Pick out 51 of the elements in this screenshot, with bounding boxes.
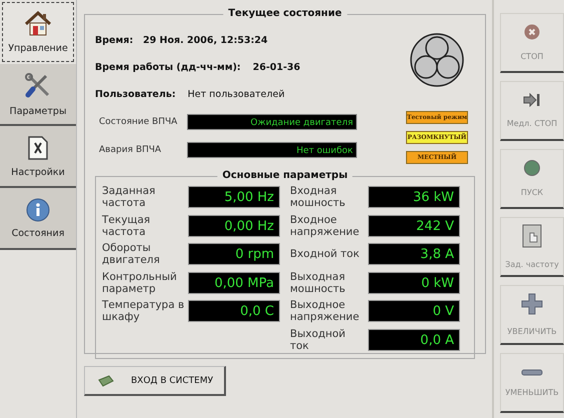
- parameter-readout: 5,00 Hz: [188, 186, 280, 208]
- parameter-label: Выходной ток: [290, 328, 347, 352]
- parameter-readout: 0,00 Hz: [188, 214, 280, 237]
- parameter-label: Обороты двигателя: [102, 242, 161, 266]
- nav-tab[interactable]: Параметры: [0, 64, 76, 126]
- tools-icon: [24, 72, 52, 100]
- uptime-value: 26-01-36: [252, 62, 300, 73]
- parameter-readout: 0 kW: [368, 272, 460, 294]
- field-label: Время работы (дд-чч-мм):: [95, 62, 241, 73]
- parameter-label: Входное напряжение: [290, 214, 360, 238]
- user-value: Нет пользователей: [188, 89, 285, 100]
- parameter-readout: 36 kW: [368, 186, 460, 208]
- plus-icon: [521, 293, 543, 315]
- parameter-readout: 0 V: [368, 300, 460, 322]
- group-title: Текущее состояние: [223, 8, 347, 19]
- info-icon: [26, 198, 50, 222]
- display-label: Состояние ВПЧА: [98, 117, 178, 127]
- stop-icon: [524, 24, 540, 40]
- time-value: 29 Ноя. 2006, 12:53:24: [143, 35, 268, 46]
- status-display: Ожидание двигателя: [187, 114, 357, 130]
- parameter-label: Заданная частота: [102, 185, 156, 210]
- house-icon: [24, 10, 52, 36]
- parameter-label: Выходная мошность: [290, 270, 346, 295]
- hand-document-icon: [522, 224, 542, 248]
- document-icon: [26, 134, 50, 160]
- parameter-label: Температура в шкафу: [102, 299, 186, 324]
- nav-tab[interactable]: Состояния: [0, 188, 76, 250]
- nav-tab[interactable]: Управление: [2, 2, 74, 62]
- parameter-readout: 242 V: [368, 214, 460, 237]
- card-icon: [97, 374, 115, 386]
- parameter-readout: 3,8 A: [368, 243, 460, 266]
- parameter-readout: 0,0 C: [188, 300, 280, 322]
- parameter-readout: 0 rpm: [188, 243, 280, 266]
- group-title: Основные параметры: [217, 170, 353, 181]
- motor-symbol-icon: [410, 33, 464, 87]
- field-label: Время:: [95, 35, 131, 46]
- parameter-label: Выходное напряжение: [290, 299, 360, 324]
- parameter-readout: 0,0 A: [368, 328, 460, 351]
- status-display: Нет ошибок: [187, 142, 357, 158]
- login-button[interactable]: ВХОД В СИСТЕМУ: [84, 366, 226, 396]
- nav-tab[interactable]: Настройки: [0, 126, 76, 188]
- field-label: Пользователь:: [95, 89, 176, 100]
- minus-icon: [521, 368, 543, 376]
- start-icon: [524, 160, 540, 176]
- parameter-readout: 0,00 MPa: [188, 272, 280, 294]
- parameter-label: Контрольный параметр: [102, 270, 178, 295]
- display-label: Авария ВПЧА: [98, 145, 162, 155]
- arrow-to-bar-icon: [523, 93, 541, 107]
- parameter-label: Входной ток: [290, 248, 360, 260]
- parameter-label: Текущая частота: [102, 214, 152, 238]
- parameter-label: Входная мошность: [290, 185, 346, 210]
